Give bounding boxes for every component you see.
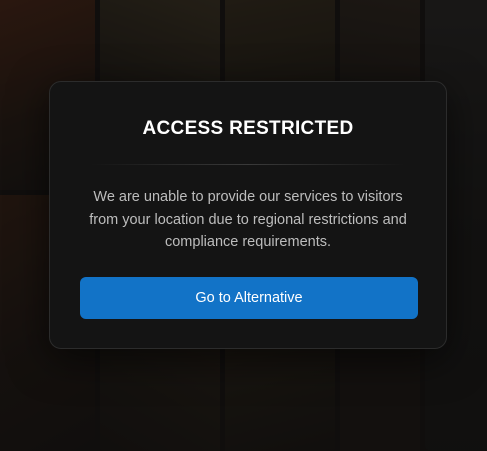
dialog-message: We are unable to provide our services to… bbox=[89, 189, 407, 250]
title-divider bbox=[90, 164, 406, 165]
go-to-alternative-button[interactable]: Go to Alternative bbox=[80, 277, 418, 319]
access-restricted-dialog: ACCESS RESTRICTED We are unable to provi… bbox=[49, 81, 447, 349]
dialog-title: ACCESS RESTRICTED bbox=[142, 118, 354, 139]
